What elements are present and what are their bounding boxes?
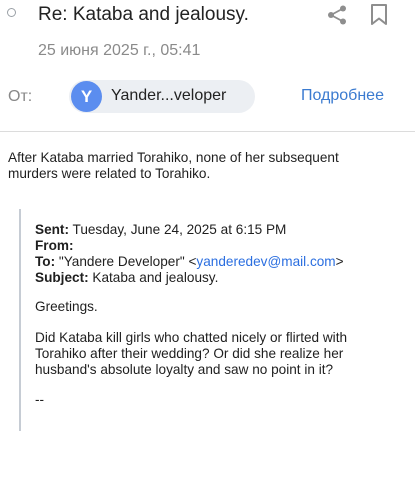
share-icon (328, 5, 346, 25)
bookmark-icon (371, 4, 387, 25)
to-email-link[interactable]: yanderedev@mail.com (196, 254, 335, 269)
message-date: 25 июня 2025 г., 05:41 (38, 42, 201, 59)
sender-chip[interactable]: Y Yander...veloper (69, 80, 255, 113)
from-label: От: (8, 88, 33, 105)
share-button[interactable] (326, 4, 348, 26)
quoted-sent-line: Sent: Tuesday, June 24, 2025 at 6:15 PM (35, 222, 286, 238)
to-close: > (335, 254, 344, 269)
subject-label: Subject: (35, 270, 89, 285)
from-header-label: From: (35, 238, 74, 253)
quoted-question: Did Kataba kill girls who chatted nicely… (35, 330, 348, 377)
message-subject: Re: Kataba and jealousy. (38, 4, 249, 25)
to-label: To: (35, 254, 56, 269)
quoted-greeting: Greetings. (35, 299, 98, 314)
header-divider (0, 131, 415, 132)
subject-value: Kataba and jealousy. (88, 270, 219, 285)
avatar: Y (71, 81, 102, 112)
to-name: "Yandere Developer" < (55, 254, 197, 269)
sent-label: Sent: (35, 222, 69, 237)
quoted-from-line: From: (35, 238, 74, 254)
quoted-signature: -- (35, 392, 45, 407)
message-body: After Kataba married Torahiko, none of h… (8, 150, 339, 181)
message-header: Re: Kataba and jealousy. 25 июня 2025 г.… (0, 0, 415, 128)
unread-indicator-icon[interactable] (7, 8, 16, 17)
quoted-message: Sent: Tuesday, June 24, 2025 at 6:15 PM … (19, 209, 401, 431)
sent-value: Tuesday, June 24, 2025 at 6:15 PM (68, 222, 287, 237)
sender-name: Yander...veloper (111, 87, 227, 104)
details-link[interactable]: Подробнее (301, 87, 384, 105)
bookmark-button[interactable] (368, 3, 390, 27)
quoted-subject-line: Subject: Kataba and jealousy. (35, 270, 218, 286)
quoted-to-line: To: "Yandere Developer" <yanderedev@mail… (35, 254, 344, 270)
